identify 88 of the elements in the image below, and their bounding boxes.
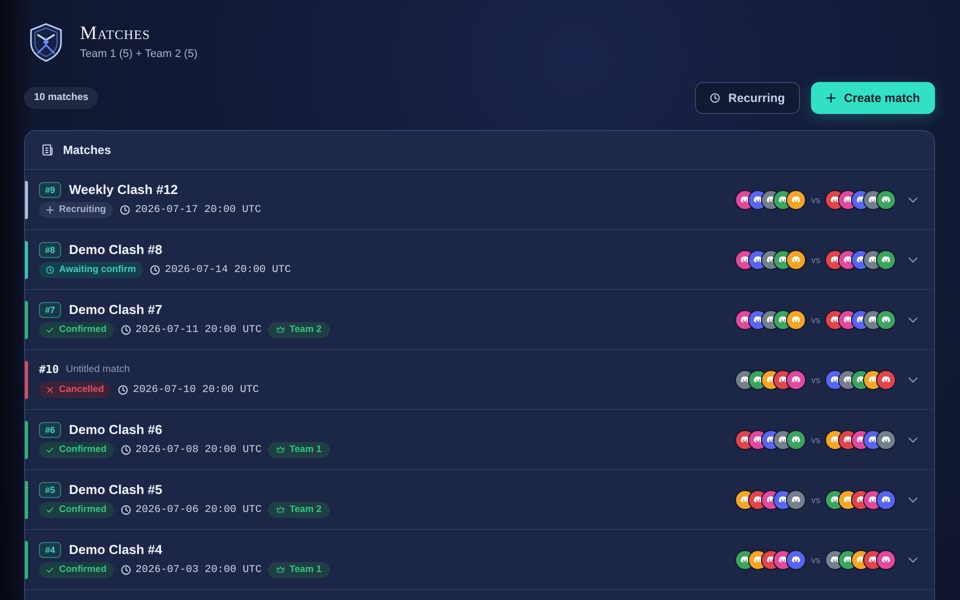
match-title: Demo Clash #5 [69,482,162,497]
crown-icon [276,446,285,453]
expand-button[interactable] [908,196,918,202]
status-accent-bar [25,540,28,578]
clock-icon [710,93,720,103]
match-title: Demo Clash #6 [69,422,162,437]
shield-logo-icon [28,22,64,62]
expand-button[interactable] [908,376,918,382]
vs-label: vs [811,554,820,564]
match-time: 2026-07-17 20:00 UTC [134,204,262,216]
clock-icon [46,266,54,274]
panel-title: Matches [63,143,112,157]
status-accent-bar [25,420,28,458]
check-icon [46,566,54,574]
clock-icon [118,384,128,394]
chevron-down-icon [908,256,918,262]
clock-icon [120,324,130,334]
match-number-badge: #4 [39,542,62,558]
document-icon [42,144,53,156]
page-title: Matches [80,23,152,45]
winner-label: Team 1 [290,444,322,455]
winner-label: Team 1 [290,564,322,575]
match-time: 2026-07-08 20:00 UTC [136,444,262,456]
match-number-badge: #6 [39,422,62,438]
match-number: #10 [39,363,59,376]
status-label: Confirmed [59,504,106,515]
status-label: Confirmed [59,324,106,335]
chevron-down-icon [908,376,918,382]
plus-icon [46,206,54,214]
cross-icon [46,386,54,394]
status-label: Confirmed [59,564,106,575]
match-count-badge: 10 matches [24,87,98,109]
chevron-down-icon [908,556,918,562]
create-match-button[interactable]: Create match [810,82,935,114]
vs-label: vs [811,434,820,444]
match-time: 2026-07-10 20:00 UTC [132,384,259,396]
match-title: Untitled match [66,364,130,375]
expand-button[interactable] [908,316,918,322]
match-time: 2026-07-03 20:00 UTC [136,564,262,576]
status-accent-bar [25,240,28,278]
expand-button[interactable] [908,436,918,442]
match-number-badge: #8 [39,242,62,258]
clock-icon [120,204,130,214]
expand-button[interactable] [908,496,918,502]
winner-label: Team 2 [290,504,322,515]
match-time: 2026-07-14 20:00 UTC [164,264,291,276]
match-title: Demo Clash #7 [69,302,162,317]
crown-icon [276,506,285,513]
vs-label: vs [811,314,820,324]
match-title: Demo Clash #4 [69,542,162,557]
status-label: Recruiting [59,204,106,215]
check-icon [46,446,54,454]
clock-icon [150,264,160,274]
match-number-badge: #7 [39,302,62,318]
status-label: Awaiting confirm [59,264,136,275]
status-label: Cancelled [59,384,104,395]
page-subtitle: Team 1 (5) + Team 2 (5) [80,48,198,61]
vs-label: vs [811,374,820,384]
match-number-badge: #9 [39,182,62,198]
vs-label: vs [811,254,820,264]
status-accent-bar [25,360,28,398]
clock-icon [120,504,130,514]
status-accent-bar [25,180,28,218]
check-icon [46,506,54,514]
crown-icon [276,326,285,333]
vs-label: vs [811,494,820,504]
check-icon [46,326,54,334]
chevron-down-icon [908,496,918,502]
plus-icon [826,93,836,103]
chevron-down-icon [908,196,918,202]
match-time: 2026-07-11 20:00 UTC [136,324,262,336]
status-accent-bar [25,300,28,338]
match-title: Demo Clash #8 [69,242,162,257]
clock-icon [120,564,130,574]
match-title: Weekly Clash #12 [69,182,178,197]
status-accent-bar [25,480,28,518]
expand-button[interactable] [908,256,918,262]
match-time: 2026-07-06 20:00 UTC [136,504,262,516]
chevron-down-icon [908,436,918,442]
expand-button[interactable] [908,556,918,562]
recurring-button[interactable]: Recurring [695,82,800,114]
clock-icon [120,444,130,454]
crown-icon [276,566,285,573]
match-number-badge: #5 [39,482,62,498]
vs-label: vs [811,194,820,204]
chevron-down-icon [908,316,918,322]
status-label: Confirmed [59,444,106,455]
winner-label: Team 2 [290,324,322,335]
